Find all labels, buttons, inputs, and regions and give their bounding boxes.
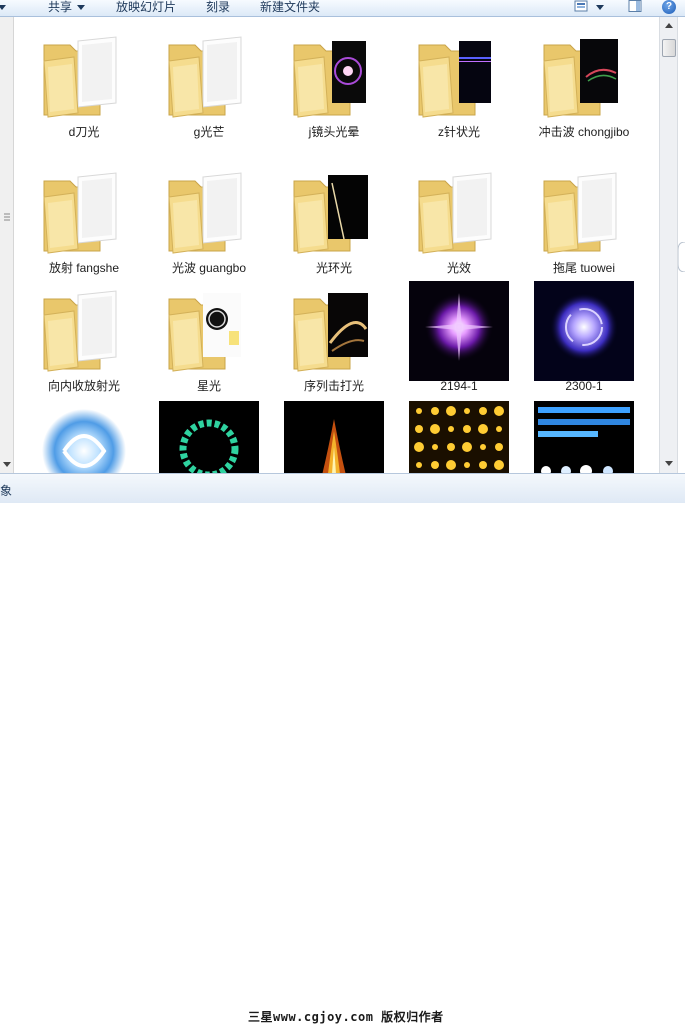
pane-resize-grip-icon[interactable] <box>4 212 10 224</box>
item-label: 光波 guangbo <box>171 261 247 275</box>
organize-arrow-icon[interactable] <box>0 0 6 16</box>
item-label: 拖尾 tuowei <box>552 261 616 275</box>
file-list: d刀光 g光芒 j镜头光晕 z针状光 冲击波 chongjibo 放射 fangshe 光波… <box>14 17 659 473</box>
burn-button[interactable]: 刻录 <box>206 0 230 16</box>
folder-icon <box>543 172 617 254</box>
image-thumbnail <box>534 281 634 381</box>
watermark-text: 三星www.cgjoy.com 版权归作者 <box>248 1010 444 1024</box>
item-label: 2300-1 <box>565 379 603 393</box>
folder-icon <box>168 293 241 372</box>
item-label: 星光 <box>196 379 221 393</box>
share-button[interactable]: 共享 <box>48 0 86 16</box>
vertical-scrollbar[interactable] <box>659 17 677 473</box>
folder-icon <box>43 36 117 118</box>
navigation-pane-edge <box>0 17 14 473</box>
folder-item[interactable]: 冲击波 chongjibo <box>534 27 634 167</box>
status-text: 象 <box>0 484 13 498</box>
folder-icon <box>418 172 492 254</box>
status-bar: 象 <box>0 473 685 503</box>
command-bar: 共享 放映幻灯片 刻录 新建文件夹 ? <box>0 0 685 17</box>
image-thumbnail <box>34 401 134 473</box>
preview-pane-icon[interactable] <box>628 0 642 12</box>
footer: 三星www.cgjoy.com 版权归作者 <box>0 503 685 1024</box>
folder-icon <box>43 172 117 254</box>
scroll-down-arrow-icon[interactable] <box>661 455 677 471</box>
image-file-item[interactable] <box>34 401 134 473</box>
folder-item[interactable]: d刀光 <box>34 27 134 167</box>
folder-item[interactable]: 序列击打光 <box>284 281 384 421</box>
side-tab-icon <box>678 242 685 272</box>
view-dropdown-button[interactable] <box>596 0 604 16</box>
item-label: j镜头光晕 <box>308 125 360 139</box>
help-icon[interactable]: ? <box>662 0 676 14</box>
slideshow-button[interactable]: 放映幻灯片 <box>116 0 176 16</box>
folder-item[interactable]: j镜头光晕 <box>284 27 384 167</box>
image-file-item[interactable] <box>409 401 509 473</box>
image-thumbnail <box>534 401 634 473</box>
folder-item[interactable]: g光芒 <box>159 27 259 167</box>
item-label: g光芒 <box>193 125 225 139</box>
scroll-down-arrow-icon[interactable] <box>3 460 11 468</box>
image-thumbnail <box>409 281 509 381</box>
folder-icon <box>168 36 242 118</box>
image-file-item[interactable] <box>159 401 259 473</box>
image-file-item[interactable] <box>284 401 384 473</box>
folder-item[interactable]: z针状光 <box>409 27 509 167</box>
folder-icon <box>418 41 491 118</box>
image-thumbnail <box>284 401 384 473</box>
item-label: 序列击打光 <box>303 379 364 393</box>
image-thumbnail <box>409 401 509 473</box>
folder-icon <box>293 41 366 118</box>
folder-icon <box>293 175 368 254</box>
window-edge <box>677 17 685 473</box>
scroll-up-arrow-icon[interactable] <box>661 18 677 34</box>
view-options-icon[interactable] <box>574 0 588 12</box>
folder-icon <box>543 39 618 118</box>
item-label: 冲击波 chongjibo <box>538 125 630 139</box>
folder-icon <box>293 293 368 372</box>
item-label: 放射 fangshe <box>48 261 120 275</box>
item-label: 光效 <box>446 261 471 275</box>
share-label: 共享 <box>48 0 73 14</box>
item-label: d刀光 <box>68 125 100 139</box>
item-label: 光环光 <box>315 261 352 275</box>
item-label: 2194-1 <box>440 379 478 393</box>
folder-icon <box>43 290 117 372</box>
item-label: 向内收放射光 <box>47 379 120 393</box>
item-label: z针状光 <box>437 125 480 139</box>
folder-icon <box>168 172 242 254</box>
image-thumbnail <box>159 401 259 473</box>
image-file-item[interactable]: 2300-1 <box>534 281 634 421</box>
folder-item[interactable]: 星光 <box>159 281 259 421</box>
image-file-item[interactable]: 2194-1 <box>409 281 509 421</box>
image-file-item[interactable] <box>534 401 634 473</box>
chevron-down-icon <box>77 5 86 11</box>
folder-item[interactable]: 向内收放射光 <box>34 281 134 421</box>
new-folder-button[interactable]: 新建文件夹 <box>260 0 320 16</box>
scrollbar-thumb[interactable] <box>662 39 676 57</box>
